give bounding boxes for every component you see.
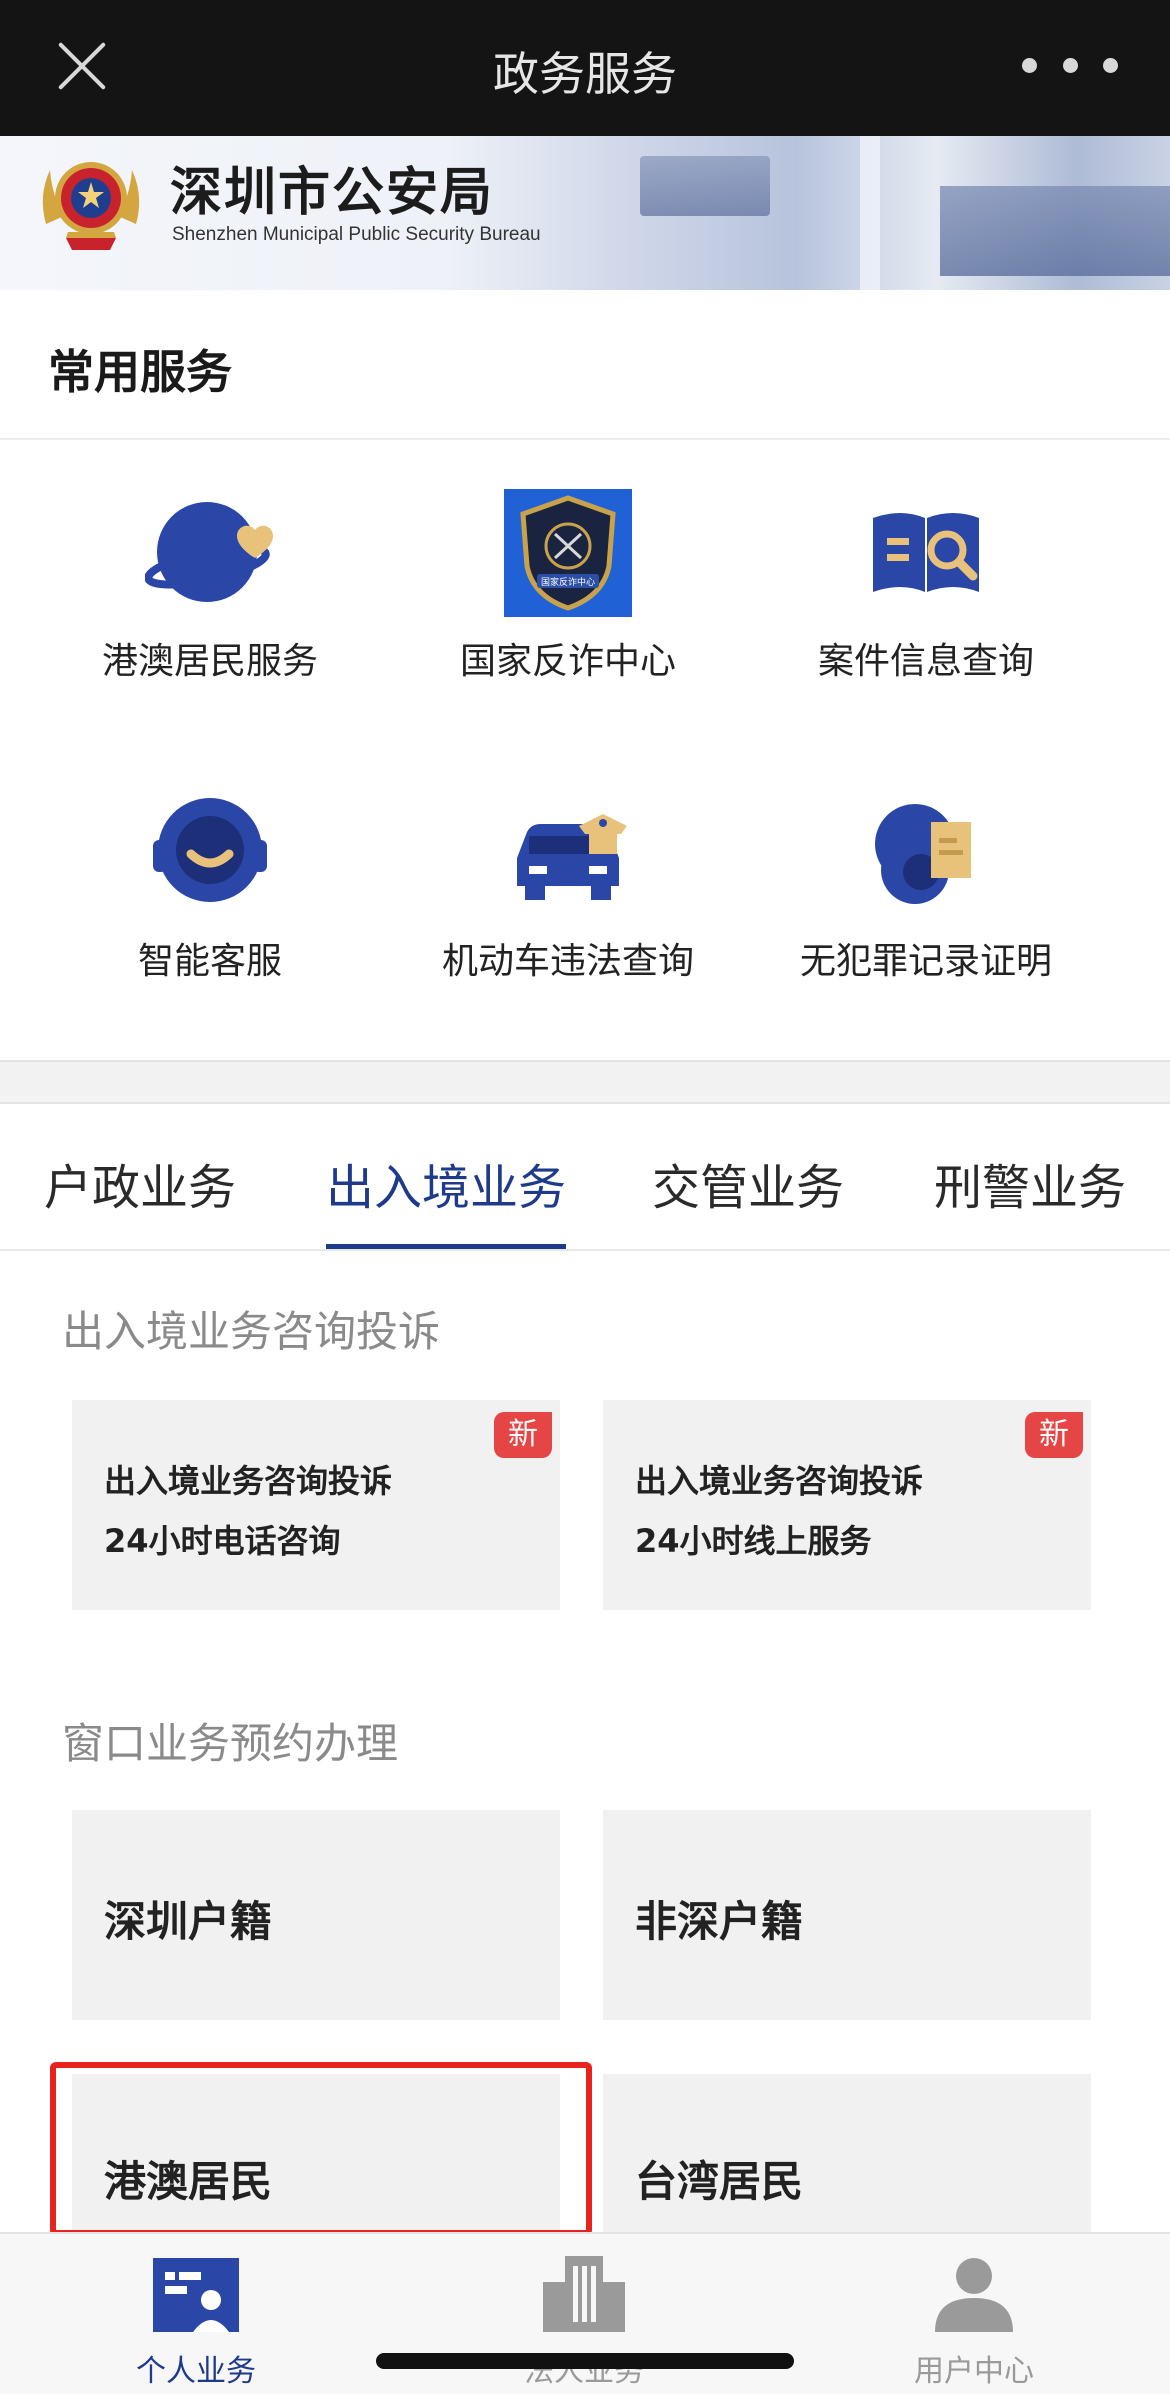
section-title-common-services: 常用服务 [48, 345, 232, 399]
building-icon [541, 2254, 627, 2334]
home-indicator[interactable] [376, 2353, 794, 2369]
service-label: 无犯罪记录证明 [799, 941, 1052, 982]
nav-personal[interactable]: 个人业务 [46, 2254, 346, 2390]
card-line1: 出入境业务咨询投诉 [635, 1462, 924, 1500]
card-taiwan-residents[interactable]: 台湾居民 [603, 2074, 1091, 2234]
section-gap [0, 1060, 1170, 1104]
card-label: 非深户籍 [635, 1897, 804, 1946]
tab-household[interactable]: 户政业务 [44, 1148, 236, 1218]
card-non-shenzhen-hukou[interactable]: 非深户籍 [603, 1810, 1091, 2020]
page-title: 政务服务 [493, 47, 677, 101]
service-no-criminal-record[interactable]: 无犯罪记录证明 [746, 788, 1106, 984]
book-search-icon [861, 488, 991, 618]
nav-user-center[interactable]: 用户中心 [824, 2254, 1124, 2390]
card-online-service[interactable]: 出入境业务咨询投诉 24小时线上服务 新 [603, 1400, 1091, 1610]
bureau-banner: 深圳市公安局 Shenzhen Municipal Public Securit… [0, 136, 1170, 290]
card-label: 台湾居民 [635, 2157, 804, 2206]
bureau-name-en: Shenzhen Municipal Public Security Burea… [172, 224, 541, 245]
service-smart-support[interactable]: 智能客服 [30, 788, 390, 984]
card-line2: 24小时电话咨询 [104, 1522, 341, 1560]
new-badge: 新 [494, 1412, 552, 1458]
tab-traffic[interactable]: 交管业务 [652, 1148, 844, 1218]
service-label: 智能客服 [137, 941, 282, 982]
new-badge: 新 [1025, 1412, 1083, 1458]
anti-fraud-shield-icon: 国家反诈中心 [503, 488, 633, 618]
headset-icon [145, 788, 275, 918]
bottom-nav: 个人业务 法人业务 用户中心 [0, 2232, 1170, 2394]
service-label: 案件信息查询 [817, 641, 1034, 682]
divider [0, 438, 1170, 440]
banner-decor [640, 156, 770, 216]
service-label: 港澳居民服务 [101, 641, 318, 682]
more-icon[interactable] [1022, 58, 1118, 74]
service-anti-fraud-center[interactable]: 国家反诈中心 国家反诈中心 [388, 488, 748, 684]
tab-criminal[interactable]: 刑警业务 [934, 1148, 1126, 1218]
globe-heart-icon [144, 488, 275, 618]
car-officer-icon [503, 788, 633, 918]
bureau-name-zh: 深圳市公安局 [170, 163, 495, 223]
banner-decor [860, 136, 880, 290]
card-line2: 24小时线上服务 [635, 1522, 872, 1560]
card-label: 深圳户籍 [104, 1897, 273, 1946]
group-title-consult: 出入境业务咨询投诉 [62, 1307, 441, 1356]
nav-label: 用户中心 [914, 2354, 1034, 2389]
user-icon [931, 2254, 1017, 2334]
group-title-appointment: 窗口业务预约办理 [62, 1719, 399, 1768]
police-emblem-icon [42, 162, 140, 250]
nav-corporate[interactable]: 法人业务 [434, 2254, 734, 2390]
divider [0, 1249, 1170, 1251]
card-shenzhen-hukou[interactable]: 深圳户籍 [72, 1810, 560, 2020]
service-label: 国家反诈中心 [459, 641, 676, 682]
highlight-box [50, 2062, 592, 2236]
banner-decor [940, 186, 1170, 276]
service-case-inquiry[interactable]: 案件信息查询 [746, 488, 1106, 684]
anti-fraud-icon-text: 国家反诈中心 [541, 576, 595, 588]
service-vehicle-violation[interactable]: 机动车违法查询 [388, 788, 748, 984]
card-line1: 出入境业务咨询投诉 [104, 1462, 393, 1500]
certificate-icon [861, 788, 991, 918]
nav-label: 个人业务 [136, 2354, 256, 2389]
person-card-icon [153, 2254, 239, 2334]
title-bar: 政务服务 [0, 0, 1170, 136]
service-label: 机动车违法查询 [441, 941, 694, 982]
service-hk-macao-residents[interactable]: 港澳居民服务 [30, 488, 390, 684]
tab-entry-exit[interactable]: 出入境业务 [326, 1148, 566, 1218]
card-phone-consult[interactable]: 出入境业务咨询投诉 24小时电话咨询 新 [72, 1400, 560, 1610]
